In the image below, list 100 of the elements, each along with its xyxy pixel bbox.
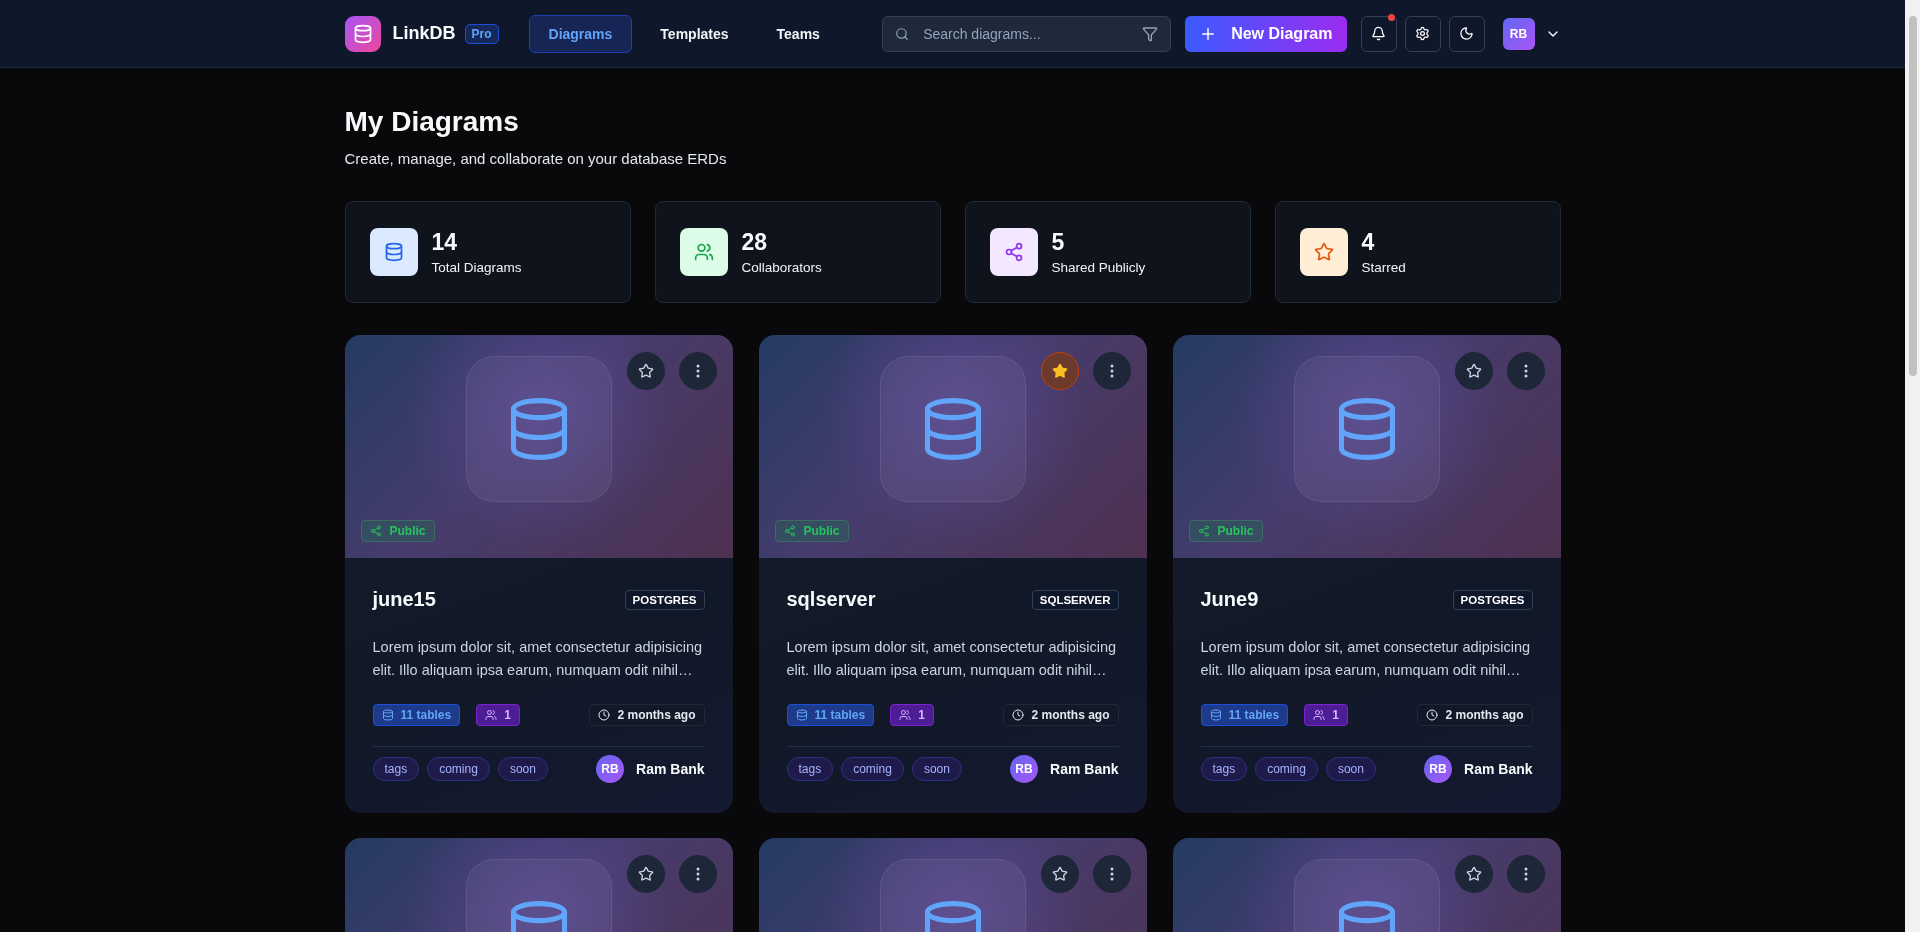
users-icon (1313, 709, 1326, 721)
tag-pill: coming (841, 757, 904, 781)
star-icon (1465, 363, 1482, 379)
database-badge: POSTGRES (1452, 589, 1533, 610)
stat-value: 14 (431, 229, 459, 256)
diagram-card[interactable]: Public June9 POSTGRES Lorem ipsum dolor sit, amet consectetur adipisicing elit. Illo aliquam ipsa earum, numquam odit nihil… 11 tables 1 2 months ago tags coming soon RB Ram Bank (1172, 335, 1561, 813)
tables-badge: 11 tables (372, 704, 461, 726)
database-icon (795, 709, 808, 721)
database-icon (352, 23, 373, 44)
nav-tab[interactable]: Teams (756, 14, 840, 53)
tag-pill: soon (1325, 757, 1376, 781)
database-badge: POSTGRES (624, 589, 705, 610)
tag-pill: soon (497, 757, 548, 781)
diagram-title: June9 (1200, 588, 1259, 611)
star-icon (1465, 866, 1482, 882)
star-button[interactable] (1454, 352, 1493, 390)
search-input[interactable]: Search diagrams... (921, 24, 1131, 43)
nav-tab[interactable]: Templates (640, 14, 749, 53)
collaborators-badge: 1 (1304, 704, 1348, 726)
owner-name: Ram Bank (636, 761, 705, 777)
more-icon (1109, 867, 1114, 881)
diagram-description: Lorem ipsum dolor sit, amet consectetur adipisicing elit. Illo aliquam ipsa earum, numquam odit nihil… (372, 638, 704, 680)
users-icon (679, 228, 728, 276)
more-icon (1109, 364, 1114, 378)
settings-button[interactable] (1404, 15, 1441, 52)
public-badge: Public (1188, 520, 1263, 542)
search-icon (895, 26, 910, 41)
database-icon (381, 709, 394, 721)
clock-icon (1012, 709, 1025, 721)
clock-icon (1426, 709, 1439, 721)
plan-badge: Pro (464, 23, 499, 44)
public-badge: Public (360, 520, 435, 542)
star-button[interactable] (1040, 855, 1079, 893)
star-icon (637, 363, 654, 379)
settings-icon (1415, 26, 1430, 41)
tag-pill: tags (1200, 757, 1248, 781)
collaborators-badge: 1 (476, 704, 520, 726)
tables-badge: 11 tables (786, 704, 875, 726)
more-icon (1523, 867, 1528, 881)
share-icon (783, 525, 796, 537)
tag-pill: soon (911, 757, 962, 781)
updated-badge: 2 months ago (1003, 704, 1119, 726)
stat-value: 4 (1361, 229, 1376, 256)
bell-icon (1371, 26, 1386, 41)
diagram-description: Lorem ipsum dolor sit, amet consectetur adipisicing elit. Illo aliquam ipsa earum, numquam odit nihil… (786, 638, 1118, 680)
stat-value: 5 (1051, 229, 1066, 256)
database-icon (1209, 709, 1222, 721)
share-icon (369, 525, 382, 537)
more-icon (1523, 364, 1528, 378)
notifications-button[interactable] (1360, 15, 1397, 52)
logo-text: LinkDB (392, 23, 456, 44)
star-button[interactable] (626, 352, 665, 390)
database-icon (369, 228, 418, 276)
star-button[interactable] (1040, 352, 1079, 390)
stat-label: Total Diagrams (431, 260, 522, 275)
star-icon (1051, 866, 1068, 882)
user-avatar: RB (1502, 17, 1535, 50)
tag-pill: coming (1255, 757, 1318, 781)
tag-pill: tags (786, 757, 834, 781)
star-button[interactable] (1454, 855, 1493, 893)
stat-label: Starred (1361, 260, 1406, 275)
star-icon (1051, 363, 1068, 379)
share-icon (1197, 525, 1210, 537)
public-badge: Public (774, 520, 849, 542)
star-button[interactable] (626, 855, 665, 893)
diagram-description: Lorem ipsum dolor sit, amet consectetur adipisicing elit. Illo aliquam ipsa earum, numquam odit nihil… (1200, 638, 1532, 680)
owner-avatar: RB (1424, 755, 1453, 783)
owner-avatar: RB (596, 755, 625, 783)
more-icon (695, 867, 700, 881)
diagram-title: sqlserver (786, 588, 876, 611)
updated-badge: 2 months ago (589, 704, 705, 726)
diagram-title: june15 (372, 588, 436, 611)
scrollbar-thumb[interactable] (1908, 16, 1917, 376)
collaborators-badge: 1 (890, 704, 934, 726)
database-badge: SQLSERVER (1031, 589, 1119, 610)
scrollbar[interactable] (1905, 0, 1920, 932)
tag-pill: tags (372, 757, 420, 781)
more-icon (695, 364, 700, 378)
stat-label: Shared Publicly (1051, 260, 1146, 275)
star-icon (637, 866, 654, 882)
users-icon (899, 709, 912, 721)
owner-name: Ram Bank (1464, 761, 1533, 777)
search-field[interactable]: Search diagrams... (882, 15, 1172, 52)
theme-button[interactable] (1448, 15, 1485, 52)
logo-icon[interactable] (344, 15, 381, 52)
moon-icon (1459, 26, 1474, 41)
user-menu[interactable]: RB (1502, 17, 1561, 50)
new-diagram-button[interactable]: New Diagram (1185, 15, 1347, 52)
nav-tab[interactable]: Diagrams (528, 14, 633, 53)
updated-badge: 2 months ago (1417, 704, 1533, 726)
users-icon (485, 709, 498, 721)
filter-icon[interactable] (1142, 25, 1159, 42)
diagram-card[interactable]: Public june15 POSTGRES Lorem ipsum dolor sit, amet consectetur adipisicing elit. Illo aliquam ipsa earum, numquam odit nihil… 11 tables 1 2 months ago tags coming soon RB Ram Bank (344, 335, 733, 813)
stat-value: 28 (741, 229, 769, 256)
diagram-card[interactable]: Public sqlserver SQLSERVER Lorem ipsum dolor sit, amet consectetur adipisicing elit. Illo aliquam ipsa earum, numquam odit nihil… 11 tables 1 2 months ago tags coming soon RB Ram Bank (758, 335, 1147, 813)
tables-badge: 11 tables (1200, 704, 1289, 726)
owner-name: Ram Bank (1050, 761, 1119, 777)
owner-avatar: RB (1010, 755, 1039, 783)
clock-icon (598, 709, 611, 721)
tag-pill: coming (427, 757, 490, 781)
